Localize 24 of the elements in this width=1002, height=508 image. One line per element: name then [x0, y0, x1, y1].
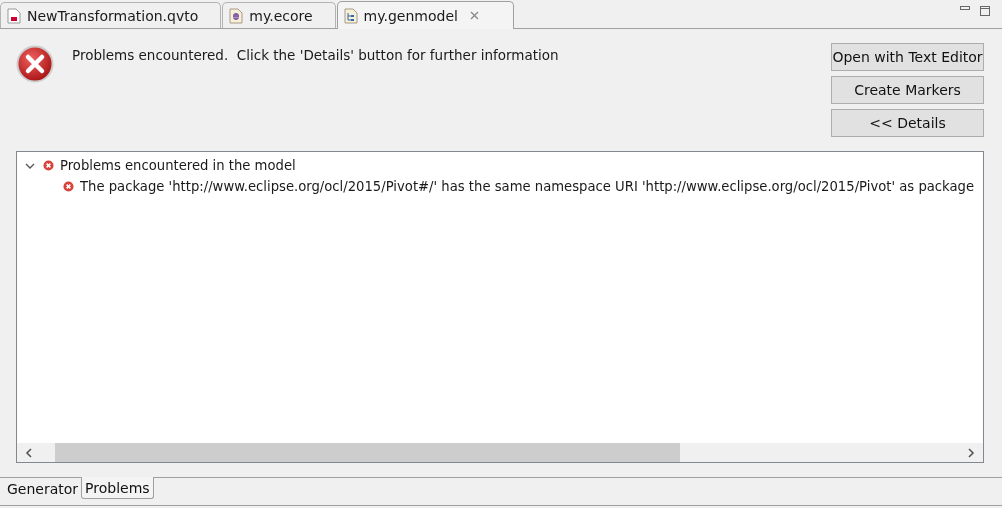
error-icon: [16, 45, 54, 83]
tree-item[interactable]: The package 'http://www.eclipse.org/ocl/2015/Pivot#/' has the same namespace URI 'http://www.eclipse.org/ocl/2015/Pivot' as package: [80, 179, 975, 194]
page-tab[interactable]: Generator: [4, 478, 82, 500]
scroll-left-icon[interactable]: [25, 447, 33, 458]
error-icon: [43, 160, 54, 171]
package-icon: [229, 7, 244, 24]
tree-item[interactable]: Problems encountered in the model: [60, 158, 296, 173]
editor-tab[interactable]: my.genmodel: [336, 1, 514, 29]
editor-tab[interactable]: NewTransformation.qvto: [0, 2, 222, 28]
minimize-icon[interactable]: [960, 6, 970, 12]
dialog-button[interactable]: << Details: [831, 109, 984, 137]
editor-tab[interactable]: my.ecore: [222, 2, 336, 28]
maximize-icon[interactable]: [980, 6, 990, 16]
page-tab[interactable]: Problems: [81, 477, 154, 499]
error-message: Problems encountered. Click the 'Details' button for further information: [72, 46, 559, 65]
scrollbar-thumb[interactable]: [55, 443, 680, 462]
close-icon[interactable]: [469, 11, 479, 20]
error-icon: [63, 181, 74, 192]
chevron-icon[interactable]: [25, 161, 35, 170]
document-icon: [7, 7, 21, 24]
scroll-right-icon[interactable]: [967, 447, 975, 458]
tree-document-icon: [343, 7, 358, 24]
dialog-button[interactable]: Create Markers: [831, 76, 984, 104]
dialog-button[interactable]: Open with Text Editor: [831, 43, 984, 71]
